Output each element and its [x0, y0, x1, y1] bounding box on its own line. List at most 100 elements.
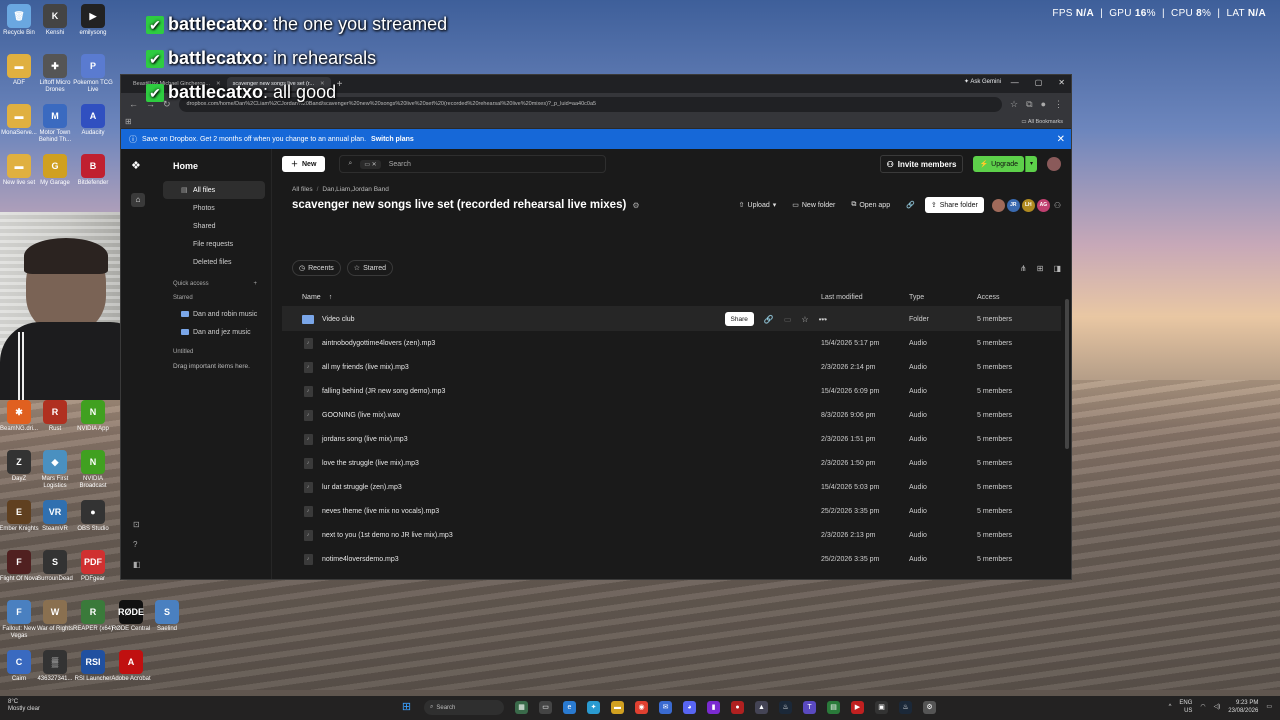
vpn-icon[interactable]: ▲	[755, 701, 768, 714]
open-folder-icon[interactable]: ▭	[784, 315, 792, 324]
desktop-icon[interactable]: N NVIDIA App	[70, 400, 116, 433]
back-icon[interactable]: ←	[129, 99, 138, 109]
notification-icon[interactable]: ▭	[1266, 703, 1272, 711]
open-app-button[interactable]: ⧉ Open app	[845, 197, 896, 213]
file-name-cell[interactable]: ♪ all my friends (live mix).mp3	[296, 361, 821, 373]
discord-icon[interactable]: ◕	[683, 701, 696, 714]
column-name[interactable]: Name ↑	[296, 294, 821, 301]
tray-chevron-icon[interactable]: ^	[1169, 703, 1172, 711]
access-cell[interactable]: 5 members	[977, 508, 1061, 515]
sidebar-item-all-files[interactable]: ▤ All files	[163, 181, 265, 199]
file-name[interactable]: jordans song (live mix).mp3	[322, 436, 408, 443]
panel-toggle-icon[interactable]: ◨	[1053, 264, 1061, 273]
member-avatar[interactable]: AG	[1036, 198, 1050, 212]
file-name-cell[interactable]: Video club Share 🔗 ▭ ☆ •••	[296, 312, 827, 326]
desktop-icon[interactable]: A Adobe Acrobat	[108, 650, 154, 683]
desktop-icon[interactable]: PDF PDFgear	[70, 550, 116, 583]
terminal-icon[interactable]: ▣	[875, 701, 888, 714]
teams-icon[interactable]: T	[803, 701, 816, 714]
sidebar-item-photos[interactable]: Photos	[163, 199, 265, 217]
table-row[interactable]: ♪ falling behind (JR new song demo).mp3 15…	[282, 379, 1061, 403]
youtube-icon[interactable]: ▶	[851, 701, 864, 714]
copy-link-icon[interactable]: 🔗	[764, 315, 774, 324]
extensions-icon[interactable]: ⧉	[1026, 99, 1032, 110]
close-window-icon[interactable]: ✕	[1058, 78, 1065, 87]
collapse-sidebar-icon[interactable]: ◧	[133, 560, 141, 569]
profile-avatar[interactable]: ●	[1041, 99, 1046, 109]
recents-filter[interactable]: ◷ Recents	[292, 260, 341, 276]
starred-item[interactable]: Dan and jez music	[163, 323, 265, 341]
switch-plans-link[interactable]: Switch plans	[371, 136, 414, 143]
scrollbar[interactable]	[1065, 299, 1069, 449]
close-banner-icon[interactable]: ✕	[1057, 134, 1065, 145]
desktop-icon[interactable]: A Audacity	[70, 104, 116, 137]
column-access[interactable]: Access	[977, 294, 1061, 301]
file-name[interactable]: neves theme (live mix no vocals).mp3	[322, 508, 439, 515]
table-row[interactable]: ♪ neves theme (live mix no vocals).mp3 25/…	[282, 499, 1061, 523]
access-cell[interactable]: 5 members	[977, 532, 1061, 539]
table-row[interactable]: ♪ GOONING (live mix).wav 8/3/2026 9:06 pm A…	[282, 403, 1061, 427]
feedback-icon[interactable]: ⊡	[133, 520, 140, 529]
upload-button[interactable]: ⇧ Upload ▾	[733, 197, 783, 213]
new-folder-button[interactable]: ▭ New folder	[786, 197, 841, 213]
mail-icon[interactable]: ✉	[659, 701, 672, 714]
bookmark-star-icon[interactable]: ☆	[1010, 99, 1018, 110]
table-row[interactable]: ♪ lur dat struggle (zen).mp3 15/4/2026 5:0…	[282, 475, 1061, 499]
wifi-icon[interactable]: ◠	[1200, 703, 1205, 711]
file-name[interactable]: lur dat struggle (zen).mp3	[322, 484, 402, 491]
steam-alt-icon[interactable]: ♨	[899, 701, 912, 714]
menu-icon[interactable]: ⋮	[1054, 99, 1063, 110]
settings-icon[interactable]: ⚙	[632, 201, 639, 210]
access-cell[interactable]: 5 members	[977, 364, 1061, 371]
new-tab-button[interactable]: +	[337, 79, 343, 90]
file-name-cell[interactable]: ♪ next to you (1st demo no JR live mix).m…	[296, 529, 821, 541]
column-last-modified[interactable]: Last modified	[821, 294, 909, 301]
add-quick-access-icon[interactable]: +	[253, 281, 257, 287]
task-view-icon[interactable]: ▭	[539, 701, 552, 714]
clock[interactable]: 9:23 PM 23/08/2026	[1228, 699, 1258, 715]
file-name[interactable]: notime4loversdemo.mp3	[322, 556, 399, 563]
new-button[interactable]: ＋ New	[282, 156, 326, 172]
widgets-icon[interactable]: ▦	[515, 701, 528, 714]
ask-gemini-button[interactable]: ✦ Ask Gemini	[964, 78, 1001, 85]
table-row[interactable]: ♪ love the struggle (live mix).mp3 2/3/202…	[282, 451, 1061, 475]
desktop-icon[interactable]: P Pokemon TCG Live	[70, 54, 116, 94]
file-name[interactable]: love the struggle (live mix).mp3	[322, 460, 419, 467]
table-row[interactable]: Video club Share 🔗 ▭ ☆ ••• -- Folder 5 members	[282, 307, 1061, 331]
access-cell[interactable]: 5 members	[977, 388, 1061, 395]
account-avatar[interactable]	[1047, 157, 1062, 171]
file-name[interactable]: GOONING (live mix).wav	[322, 412, 400, 419]
weather-widget[interactable]: 8°C Mostly clear	[8, 699, 40, 713]
upgrade-dropdown[interactable]: ▾	[1025, 156, 1038, 172]
access-cell[interactable]: 5 members	[977, 412, 1061, 419]
grid-view-icon[interactable]: ⊞	[1037, 264, 1044, 273]
access-cell[interactable]: 5 members	[977, 556, 1061, 563]
starred-item[interactable]: Dan and robin music	[163, 305, 265, 323]
table-row[interactable]: ♪ all my friends (live mix).mp3 2/3/2026 2…	[282, 355, 1061, 379]
file-name[interactable]: falling behind (JR new song demo).mp3	[322, 388, 445, 395]
member-avatar[interactable]: JR	[1006, 198, 1020, 212]
volume-icon[interactable]: ◁)	[1214, 703, 1221, 711]
taskbar-search[interactable]: ⌕ Search	[424, 700, 504, 715]
file-name[interactable]: next to you (1st demo no JR live mix).mp…	[322, 532, 453, 539]
file-name-cell[interactable]: ♪ notime4loversdemo.mp3	[296, 553, 821, 565]
access-cell[interactable]: 5 members	[977, 484, 1061, 491]
file-name-cell[interactable]: ♪ falling behind (JR new song demo).mp3	[296, 385, 821, 397]
manage-members-icon[interactable]: ⚇	[1054, 201, 1061, 210]
file-name-cell[interactable]: ♪ jordans song (live mix).mp3	[296, 433, 821, 445]
table-row[interactable]: ♪ notime4loversdemo.mp3 25/2/2026 3:35 pm A…	[282, 547, 1061, 571]
minimize-icon[interactable]: —	[1011, 78, 1019, 87]
breadcrumb-all-files[interactable]: All files	[292, 186, 313, 193]
sidebar-item-deleted-files[interactable]: Deleted files	[163, 253, 265, 271]
sidebar-item-shared[interactable]: Shared	[163, 217, 265, 235]
chrome-icon[interactable]: ◉	[635, 701, 648, 714]
access-cell[interactable]: 5 members	[977, 316, 1061, 323]
column-type[interactable]: Type	[909, 294, 977, 301]
desktop-icon[interactable]: N NVIDIA Broadcast	[70, 450, 116, 490]
table-row[interactable]: ♪ jordans song (live mix).mp3 2/3/2026 1:5…	[282, 427, 1061, 451]
file-name-cell[interactable]: ♪ neves theme (live mix no vocals).mp3	[296, 505, 821, 517]
apps-grid-icon[interactable]: ⊞	[125, 117, 132, 126]
share-folder-button[interactable]: ⇪ Share folder	[924, 197, 984, 213]
search-scope-chip[interactable]: ▭ ✕	[360, 159, 381, 169]
desktop-icon[interactable]: S Saelind	[144, 600, 190, 633]
